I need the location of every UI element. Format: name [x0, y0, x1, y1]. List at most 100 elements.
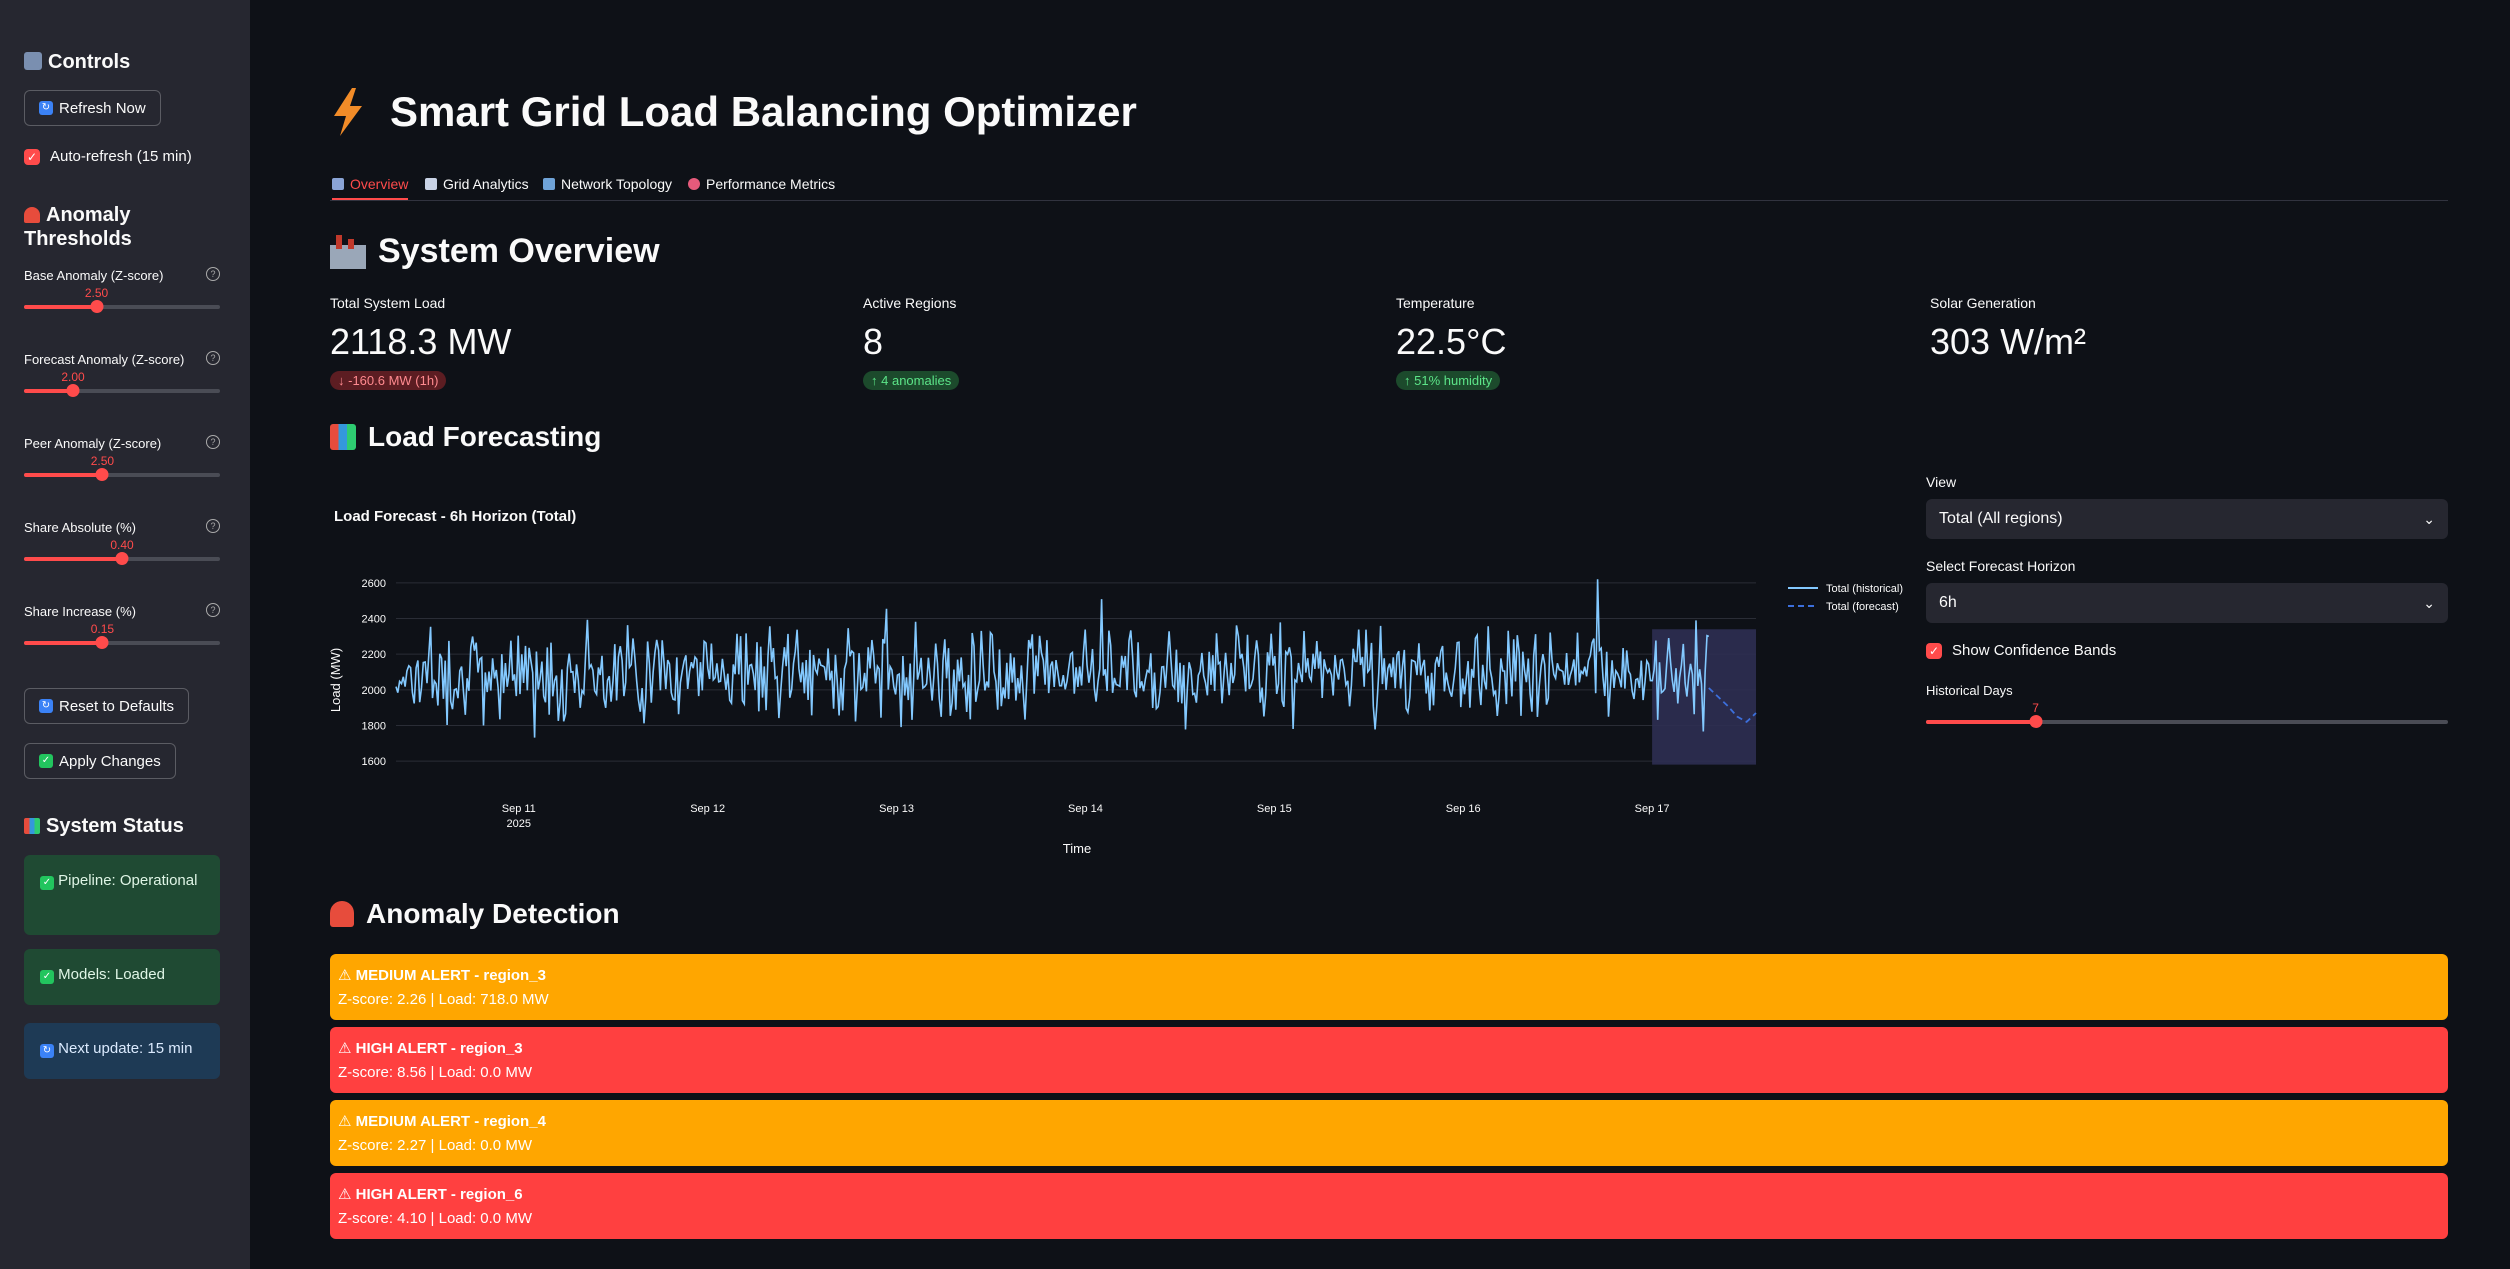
tab-overview[interactable]: Overview: [332, 170, 409, 200]
help-icon[interactable]: ?: [206, 519, 220, 533]
chart-title: Load Forecast - 6h Horizon (Total): [334, 508, 576, 525]
bar-chart-icon: [332, 178, 344, 190]
control-knobs-icon: [24, 52, 42, 70]
sidebar: Controls ↻ Refresh Now ✓ Auto-refresh (1…: [0, 0, 250, 1269]
arrow-down-icon: ↓: [338, 373, 349, 388]
page-title: Smart Grid Load Balancing Optimizer: [330, 88, 1137, 136]
threshold-slider[interactable]: Share Absolute (%)? 0.40: [24, 519, 220, 568]
help-icon[interactable]: ?: [206, 267, 220, 281]
medium-alert: ⚠ MEDIUM ALERT - region_3 Z-score: 2.26 |…: [330, 954, 2448, 1020]
y-tick-label: 1600: [362, 756, 386, 768]
check-icon: ✓: [40, 876, 54, 890]
chart-svg: Load Forecast - 6h Horizon (Total) 1600 1…: [328, 508, 1903, 856]
horizon-label: Select Forecast Horizon: [1926, 558, 2076, 574]
confidence-bands-checkbox[interactable]: ✓ Show Confidence Bands: [1926, 642, 2116, 659]
warning-icon: ⚠: [338, 967, 356, 984]
threshold-slider[interactable]: Share Increase (%)? 0.15: [24, 603, 220, 652]
refresh-icon: ↻: [39, 101, 53, 115]
y-tick-label: 2600: [362, 578, 386, 590]
high-alert: ⚠ HIGH ALERT - region_6 Z-score: 4.10 | L…: [330, 1173, 2448, 1239]
controls-heading: Controls: [24, 50, 130, 74]
slider-thumb[interactable]: [95, 468, 109, 481]
help-icon[interactable]: ?: [206, 351, 220, 365]
tab-bar: Overview Grid Analytics Network Topology…: [330, 168, 2448, 201]
threshold-slider[interactable]: Peer Anomaly (Z-score)? 2.50: [24, 435, 220, 484]
tab-grid-analytics[interactable]: Grid Analytics: [425, 170, 529, 198]
metric-value: 303 W/m²: [1930, 321, 2087, 362]
high-alert: ⚠ HIGH ALERT - region_3 Z-score: 8.56 | L…: [330, 1027, 2448, 1093]
horizon-select[interactable]: 6h ⌄: [1926, 583, 2448, 623]
historical-series-line: [395, 579, 1710, 738]
slider-thumb[interactable]: [90, 300, 104, 313]
x-tick-sublabel: 2025: [507, 818, 531, 830]
metric-value: 8: [863, 321, 884, 362]
metric-active-regions: Active Regions 8 ↑ 4 anomalies: [863, 295, 1363, 390]
arrow-up-icon: ↑: [871, 373, 882, 388]
y-axis-label: Load (MW): [330, 648, 343, 712]
medium-alert: ⚠ MEDIUM ALERT - region_4 Z-score: 2.27 |…: [330, 1100, 2448, 1166]
metric-label: Temperature: [1396, 295, 1475, 311]
x-tick-label: Sep 14: [1068, 803, 1103, 815]
reset-defaults-button[interactable]: ↻ Reset to Defaults: [24, 688, 190, 724]
warning-icon: ⚠: [338, 1113, 356, 1130]
metric-label: Active Regions: [863, 295, 957, 311]
check-icon: ✓: [40, 970, 54, 984]
metric-label: Total System Load: [330, 295, 446, 311]
x-axis-label: Time: [1063, 841, 1091, 856]
warning-icon: ⚠: [338, 1186, 356, 1203]
system-overview-heading: System Overview: [330, 232, 660, 271]
refresh-button[interactable]: ↻ Refresh Now: [24, 90, 161, 126]
refresh-icon: ↻: [40, 1044, 54, 1058]
check-icon: ✓: [24, 148, 40, 165]
metric-temperature: Temperature 22.5°C ↑ 51% humidity: [1396, 295, 1896, 390]
tab-performance-metrics[interactable]: Performance Metrics: [688, 170, 835, 198]
y-tick-label: 2200: [362, 649, 386, 661]
y-tick-label: 1800: [362, 720, 386, 732]
x-tick-label: Sep 11: [502, 803, 536, 815]
load-forecast-chart[interactable]: Load Forecast - 6h Horizon (Total) 1600 1…: [328, 490, 1990, 870]
slider-thumb[interactable]: [95, 636, 109, 649]
x-tick-label: Sep 17: [1635, 803, 1670, 815]
anomaly-thresholds-heading: Anomaly Thresholds: [24, 204, 132, 250]
metric-delta: ↑ 51% humidity: [1396, 371, 1501, 390]
legend-label: Total (forecast): [1826, 601, 1899, 613]
slider-thumb[interactable]: [115, 552, 129, 565]
x-tick-label: Sep 16: [1446, 803, 1481, 815]
y-tick-label: 2000: [362, 685, 386, 697]
x-tick-label: Sep 12: [690, 803, 725, 815]
arrow-up-icon: ↑: [1404, 373, 1415, 388]
tab-network-topology[interactable]: Network Topology: [543, 170, 672, 198]
refresh-icon: ↻: [39, 699, 53, 713]
metric-value: 2118.3 MW: [330, 321, 512, 362]
status-pipeline: ✓ Pipeline: Operational: [24, 855, 220, 935]
threshold-slider[interactable]: Forecast Anomaly (Z-score)? 2.00: [24, 351, 220, 400]
factory-icon: [330, 234, 366, 269]
apply-changes-button[interactable]: ✓ Apply Changes: [24, 743, 176, 779]
anomaly-detection-heading: Anomaly Detection: [330, 898, 620, 930]
status-next-update: ↻ Next update: 15 min: [24, 1023, 220, 1079]
help-icon[interactable]: ?: [206, 603, 220, 617]
metric-delta: ↓ -160.6 MW (1h): [330, 371, 447, 390]
warning-icon: ⚠: [338, 1040, 356, 1057]
siren-icon: [24, 207, 40, 223]
slider-thumb[interactable]: [2029, 715, 2043, 728]
bar-chart-icon: [24, 818, 40, 834]
metric-total-load: Total System Load 2118.3 MW ↓ -160.6 MW …: [330, 295, 830, 390]
threshold-slider[interactable]: Base Anomaly (Z-score)? 2.50: [24, 267, 220, 316]
main-content: Smart Grid Load Balancing Optimizer Over…: [250, 0, 2510, 1269]
metric-value: 22.5°C: [1396, 321, 1507, 362]
historical-days-slider[interactable]: Historical Days 7: [1926, 683, 2448, 733]
autorefresh-checkbox[interactable]: ✓ Auto-refresh (15 min): [24, 148, 192, 165]
view-label: View: [1926, 474, 1957, 490]
lightning-icon: [334, 88, 362, 136]
check-icon: ✓: [1926, 642, 1942, 659]
y-tick-label: 2400: [362, 614, 386, 626]
help-icon[interactable]: ?: [206, 435, 220, 449]
metric-delta: ↑ 4 anomalies: [863, 371, 960, 390]
view-select[interactable]: Total (All regions) ⌄: [1926, 499, 2448, 539]
slider-thumb[interactable]: [66, 384, 80, 397]
siren-icon: [330, 901, 354, 927]
check-icon: ✓: [39, 754, 53, 768]
chart-legend: Total (historical) Total (forecast): [1788, 583, 1903, 613]
metric-solar-generation: Solar Generation 303 W/m²: [1930, 295, 2430, 363]
